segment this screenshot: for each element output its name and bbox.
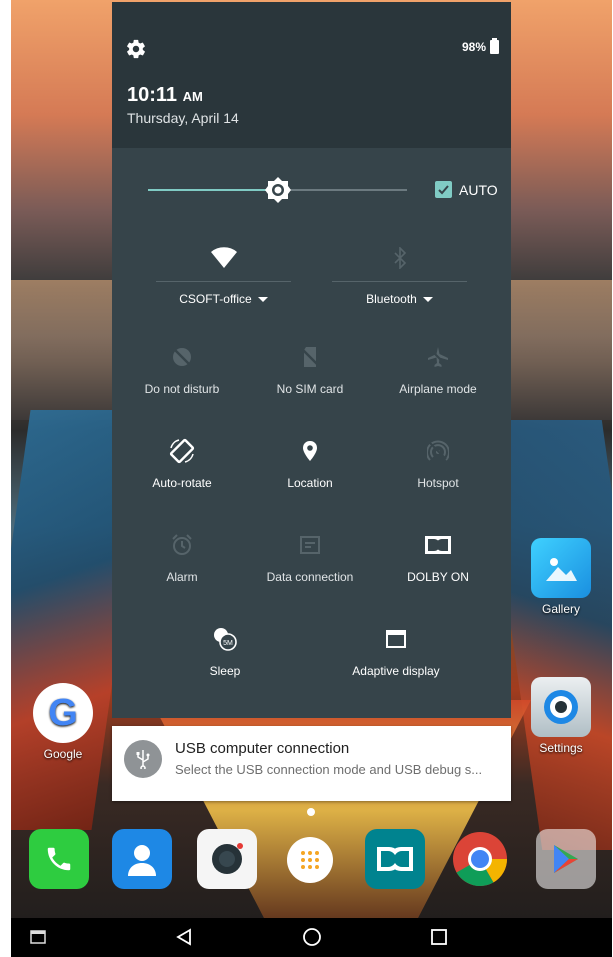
location-icon [246,436,374,466]
google-label: Google [43,747,83,761]
google-icon: G [33,683,93,743]
auto-rotate-tile[interactable]: Auto-rotate [118,436,246,490]
chevron-down-icon [257,296,268,302]
adaptive-display-label: Adaptive display [352,664,440,678]
dolby-tile[interactable]: DOLBY ON [374,530,502,584]
clock-ampm: AM [182,89,203,104]
battery-percent: 98% [461,40,486,54]
auto-brightness-label: AUTO [459,182,498,198]
brightness-thumb-icon[interactable] [263,175,293,205]
gallery-label: Gallery [541,602,580,616]
home-button-icon[interactable] [301,926,323,948]
notification-text: Select the USB connection mode and USB d… [175,762,483,777]
hotspot-label: Hotspot [417,476,459,490]
wifi-network-dropdown[interactable]: CSOFT-office [156,292,291,306]
camera-icon[interactable] [197,829,257,889]
do-not-disturb-label: Do not disturb [144,382,220,396]
divider [156,281,291,282]
clock-time: 10:11 [127,84,178,106]
google-app[interactable]: G Google [26,683,100,761]
bluetooth-dropdown[interactable]: Bluetooth [332,292,467,306]
hotspot-icon [374,436,502,466]
no-sim-label: No SIM card [276,382,344,396]
auto-brightness-checkbox[interactable] [435,181,452,198]
bluetooth-icon [332,243,467,273]
dolby-icon [374,530,502,560]
chevron-down-icon [422,296,433,302]
divider [332,281,467,282]
battery-icon [490,38,499,54]
notification-title: USB computer connection [175,740,350,757]
data-connection-icon [246,530,374,560]
airplane-mode-tile[interactable]: Airplane mode [374,342,502,396]
app-drawer-icon[interactable] [287,837,333,883]
do-not-disturb-tile[interactable]: Do not disturb [118,342,246,396]
auto-rotate-icon [118,436,246,466]
bluetooth-tile[interactable]: Bluetooth [332,243,467,306]
wifi-tile[interactable]: CSOFT-office [156,243,291,306]
airplane-mode-label: Airplane mode [399,382,477,396]
usb-notification[interactable]: USB computer connection Select the USB c… [112,726,511,801]
chrome-icon[interactable] [450,829,510,889]
sleep-tile[interactable]: 5M Sleep [161,624,289,678]
sleep-badge: 5M [223,640,233,647]
brightness-slider-fill [148,189,278,191]
clock[interactable]: 10:11 AM [127,84,203,107]
usb-icon [124,740,162,778]
bluetooth-label: Bluetooth [366,292,417,306]
phone-icon[interactable] [29,829,89,889]
settings-label: Settings [539,741,583,755]
airplane-icon [374,342,502,372]
settings-gear-icon[interactable] [125,38,147,60]
quick-settings-panel: AUTO CSOFT-office Bluetooth Do not distu… [112,148,511,718]
gallery-app[interactable]: Gallery [524,538,598,616]
settings-gear-icon [531,677,591,737]
wifi-network-label: CSOFT-office [179,292,252,306]
dolby-app-icon[interactable] [365,829,425,889]
hotspot-tile[interactable]: Hotspot [374,436,502,490]
alarm-tile[interactable]: Alarm [118,530,246,584]
settings-app[interactable]: Settings [524,677,598,755]
adaptive-display-tile[interactable]: Adaptive display [332,624,460,678]
page-indicator [307,808,315,816]
data-connection-tile[interactable]: Data connection [246,530,374,584]
back-button-icon[interactable] [173,926,195,948]
screenshot-icon[interactable] [27,926,49,948]
sleep-label: Sleep [209,664,241,678]
no-sim-icon [246,342,374,372]
battery-status: 98% [461,38,499,54]
auto-rotate-label: Auto-rotate [152,476,212,490]
no-sim-tile[interactable]: No SIM card [246,342,374,396]
notification-shade: 98% 10:11 AM Thursday, April 14 AUTO CSO… [112,2,511,718]
dolby-label: DOLBY ON [407,570,469,584]
sleep-icon: 5M [161,624,289,654]
contacts-icon[interactable] [112,829,172,889]
adaptive-display-icon [332,624,460,654]
location-label: Location [287,476,333,490]
recents-button-icon[interactable] [428,926,450,948]
location-tile[interactable]: Location [246,436,374,490]
navigation-bar [11,918,612,957]
alarm-label: Alarm [166,570,198,584]
do-not-disturb-icon [118,342,246,372]
gallery-icon [531,538,591,598]
date-label[interactable]: Thursday, April 14 [127,110,239,126]
alarm-icon [118,530,246,560]
play-store-icon[interactable] [536,829,596,889]
data-connection-label: Data connection [266,570,354,584]
wifi-icon [156,243,291,273]
shade-header: 98% 10:11 AM Thursday, April 14 [112,2,511,148]
